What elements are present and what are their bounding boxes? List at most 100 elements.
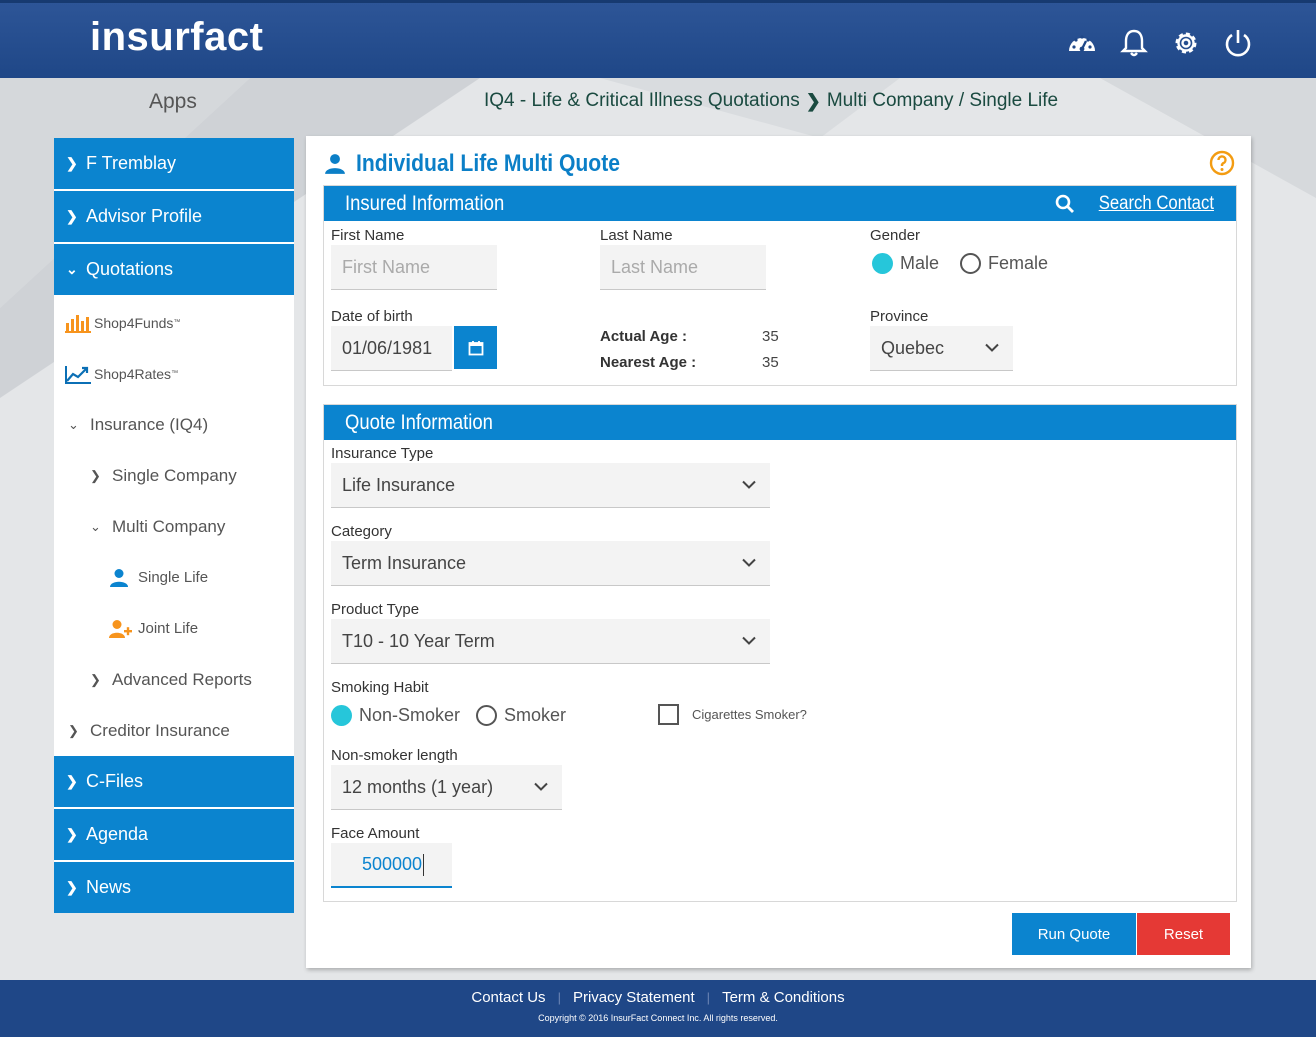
chevron-right-icon: ❯ — [90, 671, 101, 687]
dashboard-icon[interactable] — [1064, 25, 1100, 61]
reset-button[interactable]: Reset — [1137, 913, 1230, 955]
smoker-radio[interactable]: Smoker — [476, 705, 566, 726]
face-amount-input[interactable]: 500000 — [331, 843, 452, 888]
nearest-age-value: 35 — [762, 354, 779, 371]
smoking-habit-label: Smoking Habit — [331, 679, 429, 696]
calendar-button[interactable] — [454, 326, 497, 369]
privacy-statement-link[interactable]: Privacy Statement — [573, 989, 695, 1006]
radio-selected-icon — [872, 253, 893, 274]
breadcrumb-page: Multi Company / Single Life — [826, 90, 1059, 111]
sidebar-item-advisor-profile[interactable]: ❯ Advisor Profile — [54, 191, 294, 242]
breadcrumb-section[interactable]: IQ4 - Life & Critical Illness Quotations — [484, 90, 800, 112]
panel-title: Individual Life Multi Quote — [324, 150, 656, 178]
sidebar-item-single-company[interactable]: ❯ Single Company — [54, 450, 294, 501]
product-type-select[interactable]: T10 - 10 Year Term — [331, 619, 770, 664]
chevron-down-icon — [742, 636, 756, 645]
sidebar-item-news[interactable]: ❯ News — [54, 862, 294, 913]
sidebar-item-label: Shop4Rates — [94, 365, 172, 382]
sidebar-item-multi-company[interactable]: ⌄ Multi Company — [54, 501, 294, 552]
footer-divider: | — [706, 990, 711, 1005]
radio-label: Non-Smoker — [359, 705, 461, 725]
province-label: Province — [870, 308, 929, 325]
search-icon — [1055, 194, 1075, 213]
chevron-right-icon: ❯ — [90, 467, 101, 483]
checkbox-unchecked-icon — [658, 704, 679, 725]
insured-information-header: Insured Information Search Contact — [324, 186, 1236, 221]
trend-chart-icon — [65, 365, 91, 384]
sidebar-item-shop4funds[interactable]: Shop4Funds ™ — [54, 297, 294, 348]
nearest-age-label: Nearest Age : — [600, 354, 697, 371]
text-caret — [423, 853, 425, 876]
actual-age-label: Actual Age : — [600, 328, 687, 345]
sidebar-item-c-files[interactable]: ❯ C-Files — [54, 756, 294, 807]
non-smoker-length-select[interactable]: 12 months (1 year) — [331, 765, 562, 810]
copyright-text: Copyright © 2016 InsurFact Connect Inc. … — [538, 1013, 778, 1023]
panel-title-text: Individual Life Multi Quote — [356, 150, 620, 177]
sidebar-item-label: Advisor Profile — [86, 206, 203, 226]
dob-input[interactable]: 01/06/1981 — [331, 326, 452, 371]
calendar-icon — [468, 340, 483, 355]
user-icon — [325, 154, 345, 174]
insured-information-section: Insured Information Search Contact First… — [323, 185, 1237, 386]
run-quote-button[interactable]: Run Quote — [1012, 913, 1136, 955]
terms-conditions-link[interactable]: Term & Conditions — [722, 989, 845, 1006]
trademark-mark: ™ — [173, 319, 181, 326]
sidebar-item-creditor-insurance[interactable]: ❯ Creditor Insurance — [54, 705, 294, 756]
chevron-right-icon: ❯ — [66, 773, 78, 789]
sidebar-item-quotations[interactable]: ⌄ Quotations — [54, 244, 294, 295]
actual-age-value: 35 — [762, 328, 779, 345]
power-icon[interactable] — [1220, 25, 1256, 61]
radio-label: Female — [988, 253, 1049, 273]
last-name-input[interactable]: Last Name — [600, 245, 766, 290]
sidebar-item-label: Multi Company — [112, 516, 226, 536]
sidebar-item-agenda[interactable]: ❯ Agenda — [54, 809, 294, 860]
chevron-down-icon — [985, 343, 999, 352]
top-header: insurfact — [0, 0, 1316, 78]
radio-unselected-icon — [476, 705, 497, 726]
first-name-label: First Name — [331, 227, 405, 244]
category-select[interactable]: Term Insurance — [331, 541, 770, 586]
face-amount-label: Face Amount — [331, 825, 420, 842]
province-select[interactable]: Quebec — [870, 326, 1013, 371]
quote-panel: Individual Life Multi Quote Insured Info… — [306, 136, 1251, 968]
search-contact-link[interactable]: Search Contact — [1055, 193, 1214, 215]
radio-label: Smoker — [504, 705, 567, 725]
first-name-input[interactable]: First Name — [331, 245, 497, 290]
apps-label[interactable]: Apps — [149, 90, 197, 114]
face-amount-value: 500000 — [362, 854, 423, 874]
quote-information-section: Quote Information Insurance Type Life In… — [323, 404, 1237, 902]
gender-male-radio[interactable]: Male — [872, 253, 939, 274]
sidebar-item-label: News — [86, 877, 132, 897]
insurance-type-label: Insurance Type — [331, 445, 434, 462]
dob-label: Date of birth — [331, 308, 413, 325]
footer: Contact Us | Privacy Statement | Term & … — [0, 980, 1316, 1037]
sidebar-item-shop4rates[interactable]: Shop4Rates ™ — [54, 348, 294, 399]
section-title: Quote Information — [345, 410, 493, 434]
gender-female-radio[interactable]: Female — [960, 253, 1048, 274]
checkbox-label: Cigarettes Smoker? — [692, 707, 807, 722]
category-value: Term Insurance — [342, 552, 467, 573]
gear-icon[interactable] — [1168, 25, 1204, 61]
help-icon[interactable] — [1209, 150, 1235, 181]
product-type-label: Product Type — [331, 601, 420, 618]
insurance-type-value: Life Insurance — [342, 474, 456, 495]
sidebar-item-single-life[interactable]: Single Life — [54, 552, 294, 603]
chevron-right-icon: ❯ — [66, 208, 78, 224]
sidebar-item-joint-life[interactable]: Joint Life — [54, 603, 294, 654]
sidebar-item-advanced-reports[interactable]: ❯ Advanced Reports — [54, 654, 294, 705]
sidebar-item-insurance-iq4[interactable]: ⌄ Insurance (IQ4) — [54, 399, 294, 450]
footer-divider: | — [557, 990, 561, 1005]
sidebar-item-label: C-Files — [86, 771, 143, 791]
non-smoker-radio[interactable]: Non-Smoker — [331, 705, 460, 726]
insurance-type-select[interactable]: Life Insurance — [331, 463, 770, 508]
bell-icon[interactable] — [1116, 25, 1152, 61]
user-icon — [110, 568, 128, 587]
sidebar-item-label: Single Company — [112, 465, 237, 485]
cigarettes-smoker-checkbox[interactable]: Cigarettes Smoker? — [658, 704, 807, 725]
sidebar-item-f-tremblay[interactable]: ❯ F Tremblay — [54, 138, 294, 189]
radio-label: Male — [900, 253, 940, 273]
sidebar-item-label: Quotations — [86, 259, 174, 279]
contact-us-link[interactable]: Contact Us — [471, 989, 545, 1006]
insurfact-logo[interactable]: insurfact — [90, 15, 263, 60]
trademark-mark: ™ — [171, 370, 179, 377]
